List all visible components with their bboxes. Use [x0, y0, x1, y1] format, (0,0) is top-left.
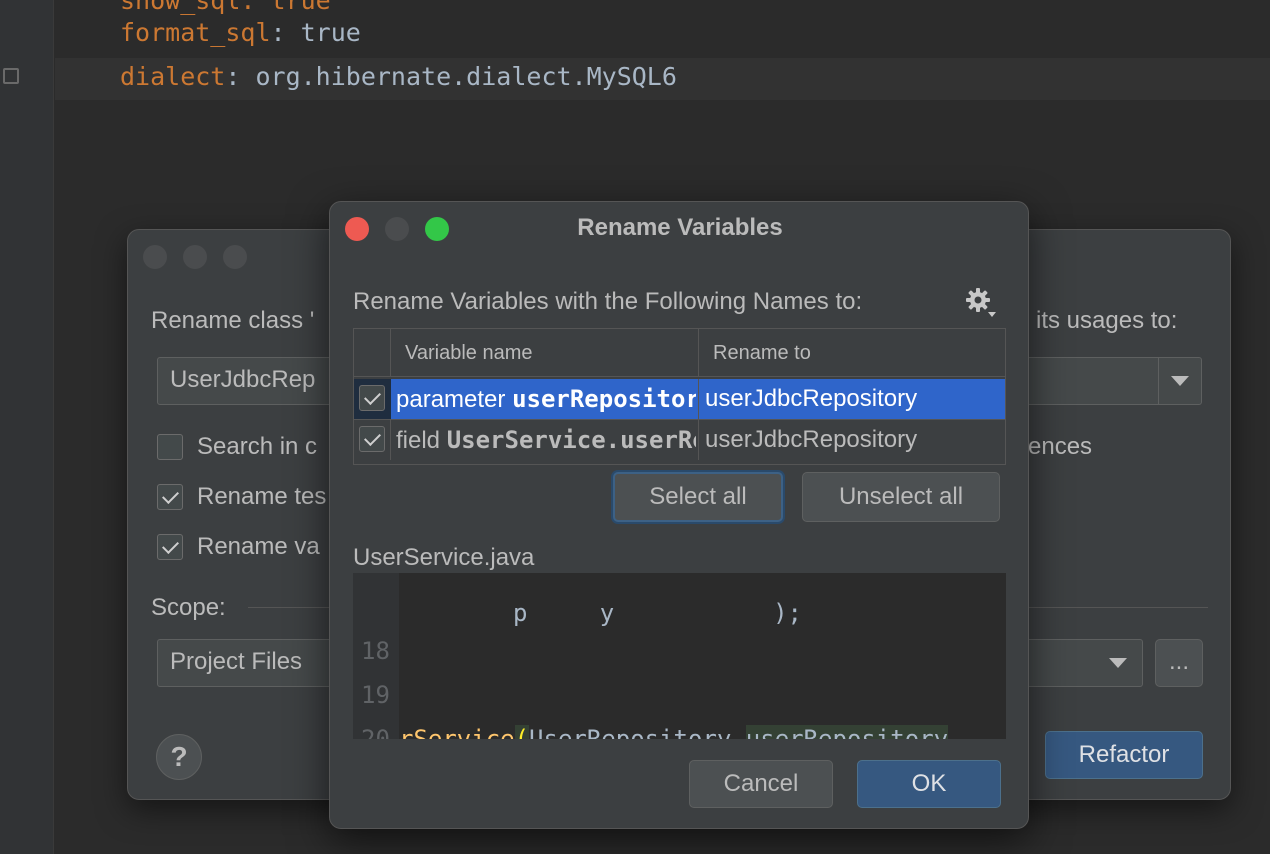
rename-tests-checkbox[interactable]: [157, 484, 183, 510]
variable-name-cell: field UserService.userRepository: [396, 426, 696, 454]
search-in-comments-label: Search in c: [197, 433, 318, 460]
row-check-cell: [354, 420, 391, 460]
row-checkbox[interactable]: [359, 426, 385, 452]
dialog-title: Rename Variables: [577, 214, 783, 241]
yaml-value: true: [300, 18, 361, 47]
rename-class-label: Rename class ': [151, 307, 315, 334]
editor-gutter: [0, 0, 54, 854]
preview-line: 18: [361, 637, 390, 665]
preview-line: 19 rService(UserRepository userRepositor…: [353, 629, 1006, 739]
code-line-format-sql: format_sql: true: [120, 18, 361, 47]
zoom-button[interactable]: [223, 245, 247, 269]
table-header-rename-to[interactable]: Rename to: [699, 329, 1005, 377]
scope-label: Scope:: [151, 594, 226, 621]
close-button[interactable]: [143, 245, 167, 269]
yaml-key: dialect: [120, 62, 226, 91]
rename-variables-dialog: Rename Variables Rename Variables with t…: [329, 201, 1029, 829]
scope-browse-button[interactable]: ...: [1155, 639, 1203, 687]
row-check-cell: [354, 379, 391, 419]
dialog-heading: Rename Variables with the Following Name…: [353, 288, 863, 315]
preview-line: 21: [353, 717, 1006, 739]
code-preview[interactable]: p y ); 18 19 rService(UserRepository use…: [353, 573, 1006, 739]
table-row[interactable]: parameter userRepository userJdbcReposit…: [354, 379, 1005, 419]
refactor-button[interactable]: Refactor: [1045, 731, 1203, 779]
rename-variables-checkbox[interactable]: [157, 534, 183, 560]
search-occurrences-label: ences: [1028, 433, 1093, 460]
select-all-button[interactable]: Select all: [613, 472, 783, 522]
dropdown-arrow-icon[interactable]: [1109, 658, 1127, 668]
scope-value: Project Files: [170, 648, 303, 675]
cell-divider: [698, 379, 699, 419]
search-in-comments-checkbox[interactable]: [157, 434, 183, 460]
yaml-value: org.hibernate.dialect.MySQL6: [255, 62, 677, 91]
new-name-value: UserJdbcRep: [170, 366, 316, 393]
help-icon[interactable]: ?: [156, 734, 202, 780]
rename-variables-label: Rename va: [197, 533, 320, 560]
fold-marker-icon[interactable]: [3, 68, 19, 84]
cell-divider: [390, 420, 391, 460]
preview-file-label: UserService.java: [353, 544, 535, 571]
table-header-variable-name[interactable]: Variable name: [391, 329, 699, 377]
ok-button[interactable]: OK: [857, 760, 1001, 808]
preview-line: 20 serRepository = userRepository;: [353, 673, 1006, 739]
rename-to-cell[interactable]: userJdbcRepository: [705, 379, 1001, 419]
code-line-dialect: dialect: org.hibernate.dialect.MySQL6: [120, 62, 677, 91]
cancel-button[interactable]: Cancel: [689, 760, 833, 808]
rename-class-label-end: d its usages to:: [1016, 307, 1178, 334]
variables-table[interactable]: Variable name Rename to parameter userRe…: [353, 328, 1006, 465]
table-row[interactable]: field UserService.userRepository userJdb…: [354, 419, 1005, 460]
cell-divider: [698, 420, 699, 460]
rename-to-cell[interactable]: userJdbcRepository: [705, 420, 1001, 460]
variable-name-cell: parameter userRepository: [396, 385, 696, 413]
gear-icon[interactable]: [964, 286, 998, 320]
unselect-all-button[interactable]: Unselect all: [802, 472, 1000, 522]
divider: [1158, 358, 1159, 404]
rename-tests-label: Rename tes: [197, 483, 327, 510]
row-checkbox[interactable]: [359, 385, 385, 411]
table-header-check: [354, 329, 391, 377]
dropdown-arrow-icon[interactable]: [1171, 376, 1189, 386]
code-line-partial: show_sql: true: [120, 0, 331, 15]
yaml-key: format_sql: [120, 18, 271, 47]
minimize-button[interactable]: [183, 245, 207, 269]
